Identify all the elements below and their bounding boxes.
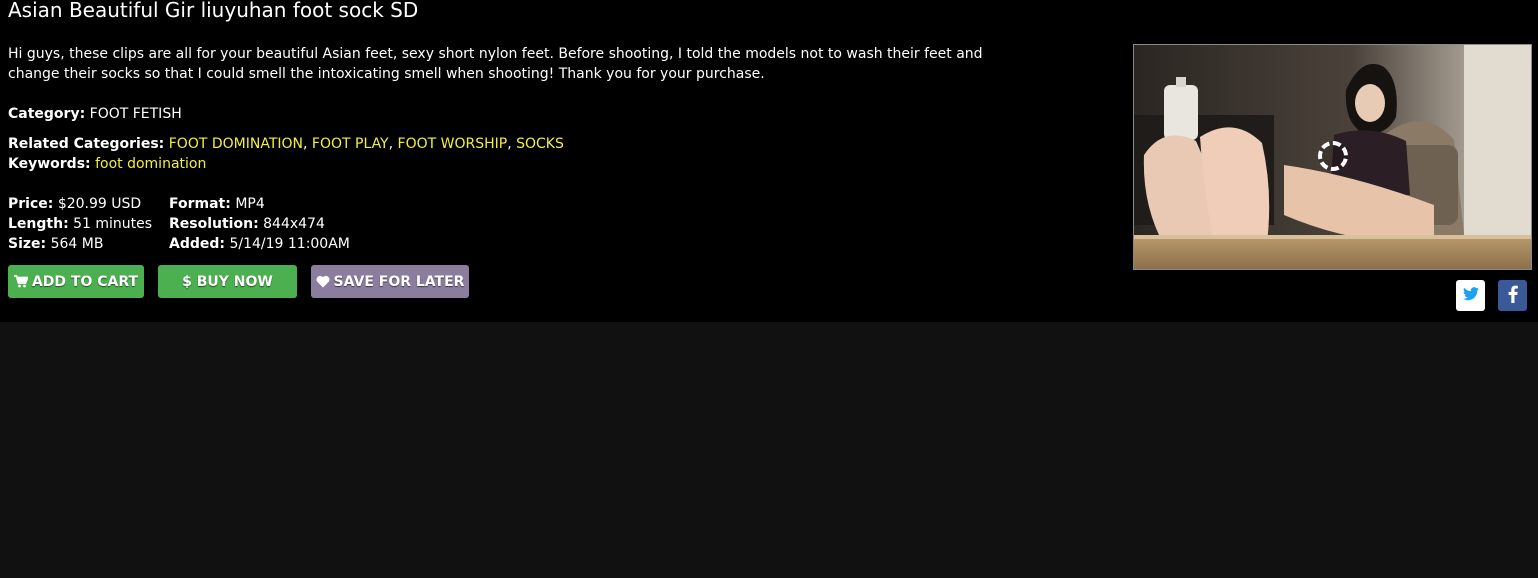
related-categories-label: Related Categories: bbox=[8, 136, 165, 152]
related-category-link[interactable]: FOOT DOMINATION bbox=[169, 136, 303, 152]
format-row: Format: MP4 bbox=[169, 194, 350, 214]
separator: , bbox=[303, 136, 308, 152]
add-to-cart-label: ADD TO CART bbox=[31, 273, 139, 290]
added-label: Added: bbox=[169, 236, 225, 252]
size-label: Size: bbox=[8, 236, 47, 252]
resolution-value: 844x474 bbox=[263, 216, 325, 232]
buy-now-button[interactable]: $ BUY NOW bbox=[158, 265, 297, 298]
added-row: Added: 5/14/19 11:00AM bbox=[169, 234, 350, 254]
keywords-row: Keywords: foot domination bbox=[8, 154, 206, 174]
format-label: Format: bbox=[169, 196, 231, 212]
size-value: 564 MB bbox=[50, 236, 104, 252]
shopping-cart-icon bbox=[13, 275, 28, 288]
category-row: Category: FOOT FETISH bbox=[8, 104, 182, 124]
separator: , bbox=[507, 136, 512, 152]
related-category-link[interactable]: SOCKS bbox=[516, 136, 564, 152]
details-column-left: Price: $20.99 USD Length: 51 minutes Siz… bbox=[8, 194, 152, 254]
length-label: Length: bbox=[8, 216, 69, 232]
related-category-link[interactable]: FOOT PLAY bbox=[312, 136, 389, 152]
added-value: 5/14/19 11:00AM bbox=[229, 236, 350, 252]
category-value[interactable]: FOOT FETISH bbox=[90, 106, 182, 122]
size-row: Size: 564 MB bbox=[8, 234, 152, 254]
price-label: Price: bbox=[8, 196, 54, 212]
facebook-icon bbox=[1508, 285, 1518, 307]
twitter-share-button[interactable] bbox=[1456, 280, 1485, 311]
facebook-share-button[interactable] bbox=[1498, 280, 1527, 311]
heart-icon bbox=[316, 275, 330, 288]
price-value: $20.99 USD bbox=[57, 196, 142, 212]
buy-now-label: $ BUY NOW bbox=[182, 273, 273, 290]
keyword-link[interactable]: foot domination bbox=[95, 156, 206, 172]
add-to-cart-button[interactable]: ADD TO CART bbox=[8, 265, 144, 298]
price-row: Price: $20.99 USD bbox=[8, 194, 152, 214]
related-categories-row: Related Categories: FOOT DOMINATION, FOO… bbox=[8, 134, 564, 154]
format-value: MP4 bbox=[235, 196, 265, 212]
details-column-right: Format: MP4 Resolution: 844x474 Added: 5… bbox=[169, 194, 350, 254]
length-row: Length: 51 minutes bbox=[8, 214, 152, 234]
save-for-later-button[interactable]: SAVE FOR LATER bbox=[311, 265, 469, 298]
loading-ring-icon bbox=[1318, 141, 1348, 171]
clip-preview-thumbnail[interactable] bbox=[1133, 44, 1532, 270]
category-label: Category: bbox=[8, 106, 86, 122]
keywords-label: Keywords: bbox=[8, 156, 91, 172]
clip-title: Asian Beautiful Gir liuyuhan foot sock S… bbox=[8, 0, 419, 22]
resolution-label: Resolution: bbox=[169, 216, 259, 232]
save-for-later-label: SAVE FOR LATER bbox=[333, 273, 465, 290]
resolution-row: Resolution: 844x474 bbox=[169, 214, 350, 234]
length-value: 51 minutes bbox=[73, 216, 153, 232]
clip-details-panel: Asian Beautiful Gir liuyuhan foot sock S… bbox=[0, 0, 1538, 322]
related-category-link[interactable]: FOOT WORSHIP bbox=[398, 136, 508, 152]
clip-description: Hi guys, these clips are all for your be… bbox=[8, 46, 983, 82]
separator: , bbox=[388, 136, 394, 152]
twitter-icon bbox=[1462, 286, 1479, 305]
